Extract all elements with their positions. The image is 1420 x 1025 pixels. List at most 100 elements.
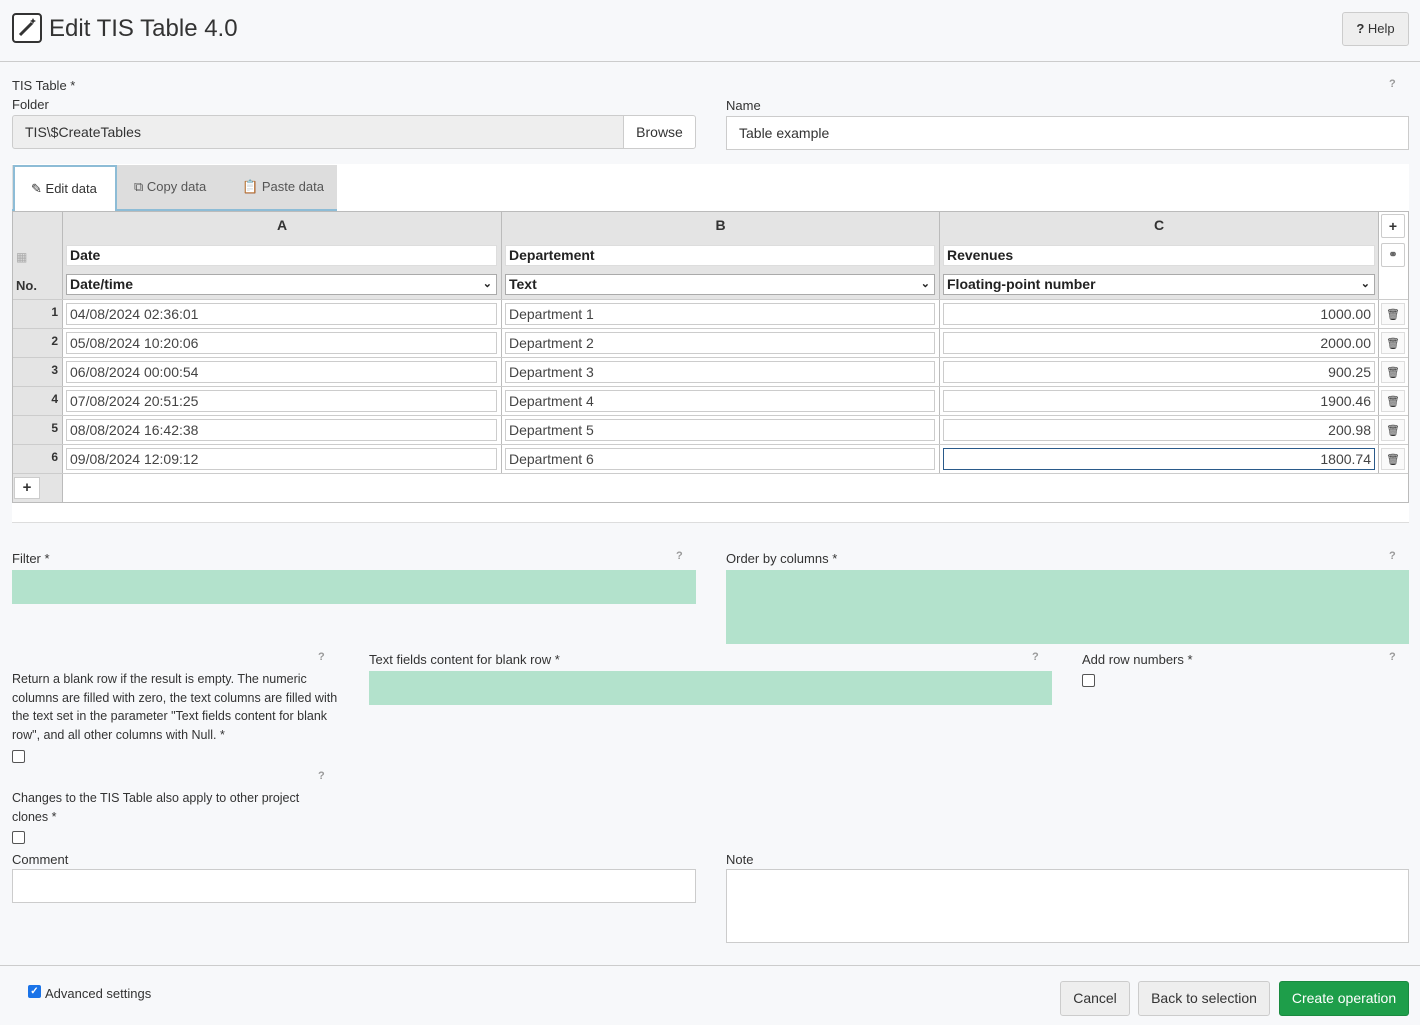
comment-input[interactable] [12, 869, 696, 903]
blank-row-checkbox[interactable] [12, 750, 25, 763]
trash-icon[interactable]: 🗑 [1381, 419, 1405, 441]
column-letter-b: B [715, 217, 726, 233]
note-label: Note [726, 852, 754, 867]
type-value: Text [509, 276, 537, 292]
cell-date[interactable]: 05/08/2024 10:20:06 [66, 332, 497, 354]
chevron-down-icon: ⌄ [1360, 278, 1370, 290]
help-icon[interactable]: ? [1032, 651, 1039, 663]
table-icon: ▦ [16, 250, 28, 264]
cell-date[interactable]: 04/08/2024 02:36:01 [66, 303, 497, 325]
cell-department[interactable]: Department 6 [505, 448, 935, 470]
cell-date[interactable]: 09/08/2024 12:09:12 [66, 448, 497, 470]
unlink-icon[interactable]: ⚭ [1381, 243, 1405, 267]
comment-label: Comment [12, 852, 69, 867]
cell-department[interactable]: Department 1 [505, 303, 935, 325]
chevron-down-icon: ⌄ [482, 278, 492, 290]
help-icon[interactable]: ? [1389, 78, 1396, 90]
cell-department[interactable]: Department 4 [505, 390, 935, 412]
row-divider [13, 473, 1408, 474]
cell-revenue[interactable]: 1800.74 [943, 448, 1375, 470]
column-letter-c: C [1153, 217, 1165, 233]
cell-revenue[interactable]: 2000.00 [943, 332, 1375, 354]
advanced-settings-label: Advanced settings [45, 986, 152, 1001]
tab-label: Edit data [45, 181, 97, 196]
cancel-button[interactable]: Cancel [1060, 981, 1130, 1016]
cell-department[interactable]: Department 3 [505, 361, 935, 383]
cell-revenue[interactable]: 1900.46 [943, 390, 1375, 412]
trash-icon[interactable]: 🗑 [1381, 448, 1405, 470]
row-number: 1 [51, 305, 58, 319]
row-number: 3 [51, 363, 58, 377]
row-divider [13, 444, 1408, 445]
row-divider [13, 299, 1408, 300]
help-icon[interactable]: ? [1389, 651, 1396, 663]
help-icon[interactable]: ? [676, 550, 683, 562]
tab-label: Copy data [146, 179, 207, 194]
row-divider [13, 328, 1408, 329]
column-type-select-a[interactable]: Date/time ⌄ [66, 274, 497, 295]
tab-edit-data[interactable]: ✎ Edit data [13, 165, 117, 211]
back-to-selection-button[interactable]: Back to selection [1138, 981, 1270, 1016]
folder-field[interactable]: TIS\$CreateTables [12, 115, 624, 149]
tab-copy-data[interactable]: ⧉ Copy data [118, 165, 222, 211]
column-type-select-c[interactable]: Floating-point number ⌄ [943, 274, 1375, 295]
help-label: Help [1367, 21, 1395, 36]
add-column-button[interactable]: + [1381, 214, 1405, 238]
page-title: Edit TIS Table 4.0 [49, 15, 238, 42]
cell-revenue[interactable]: 200.98 [943, 419, 1375, 441]
column-type-select-b[interactable]: Text ⌄ [505, 274, 935, 295]
filter-input[interactable] [12, 570, 696, 604]
column-divider [501, 212, 502, 474]
row-number-header: No. [16, 278, 37, 293]
trash-icon[interactable]: 🗑 [1381, 303, 1405, 325]
tis-table-label: TIS Table * [12, 78, 76, 93]
order-by-input[interactable] [726, 570, 1409, 644]
text-fields-input[interactable] [369, 671, 1052, 705]
tab-paste-data[interactable]: 📋 Paste data [226, 165, 340, 211]
help-button[interactable]: ? Help [1342, 12, 1409, 46]
create-operation-button[interactable]: Create operation [1279, 981, 1409, 1016]
column-name-a[interactable]: Date [66, 245, 497, 266]
cell-revenue[interactable]: 1000.00 [943, 303, 1375, 325]
cell-department[interactable]: Department 2 [505, 332, 935, 354]
browse-button[interactable]: Browse [623, 115, 696, 149]
folder-label: Folder [12, 97, 49, 112]
add-row-numbers-label: Add row numbers * [1082, 652, 1193, 667]
row-number: 4 [51, 392, 58, 406]
row-number: 5 [51, 421, 58, 435]
add-row-numbers-checkbox[interactable] [1082, 674, 1095, 687]
cell-date[interactable]: 06/08/2024 00:00:54 [66, 361, 497, 383]
help-icon[interactable]: ? [318, 651, 325, 663]
help-icon[interactable]: ? [1389, 550, 1396, 562]
magic-wand-icon [12, 13, 42, 43]
tab-label: Paste data [261, 179, 324, 194]
add-row-button[interactable]: + [14, 477, 40, 499]
clones-checkbox[interactable] [12, 831, 25, 844]
edit-icon: ✎ [31, 181, 42, 196]
text-fields-label: Text fields content for blank row * [369, 652, 560, 667]
note-textarea[interactable] [726, 869, 1409, 943]
row-number: 6 [51, 450, 58, 464]
name-input[interactable]: Table example [726, 116, 1409, 150]
question-icon: ? [1356, 21, 1365, 36]
row-divider [13, 357, 1408, 358]
advanced-settings-checkbox[interactable]: ✓ [28, 985, 41, 998]
row-divider [13, 386, 1408, 387]
filter-label: Filter * [12, 551, 50, 566]
type-value: Floating-point number [947, 276, 1096, 292]
column-divider [939, 212, 940, 474]
cell-revenue[interactable]: 900.25 [943, 361, 1375, 383]
column-name-b[interactable]: Departement [505, 245, 935, 266]
cell-department[interactable]: Department 5 [505, 419, 935, 441]
trash-icon[interactable]: 🗑 [1381, 332, 1405, 354]
trash-icon[interactable]: 🗑 [1381, 390, 1405, 412]
column-name-c[interactable]: Revenues [943, 245, 1375, 266]
trash-icon[interactable]: 🗑 [1381, 361, 1405, 383]
copy-icon: ⧉ [134, 179, 144, 194]
type-value: Date/time [70, 276, 134, 292]
column-divider [1378, 212, 1379, 474]
column-letter-a: A [276, 217, 288, 233]
help-icon[interactable]: ? [318, 770, 325, 782]
cell-date[interactable]: 08/08/2024 16:42:38 [66, 419, 497, 441]
cell-date[interactable]: 07/08/2024 20:51:25 [66, 390, 497, 412]
